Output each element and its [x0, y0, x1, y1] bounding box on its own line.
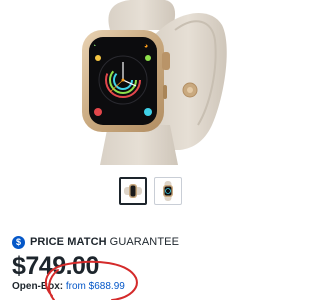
svg-text:◕: ◕ [144, 43, 148, 50]
open-box-price-link[interactable]: from $688.99 [66, 281, 125, 292]
price-match-label: PRICE MATCH [30, 236, 107, 248]
open-box-row: Open-Box: from $688.99 [12, 281, 125, 292]
open-box-label: Open-Box: [12, 281, 64, 292]
watch-side-view-icon [124, 184, 142, 198]
watch-front-view-icon [163, 181, 173, 201]
product-image[interactable]: ◔ ◕ [0, 0, 300, 165]
thumbnail-side-view[interactable] [119, 177, 147, 205]
thumbnail-strip [119, 177, 182, 205]
price-match-guarantee[interactable]: $ PRICE MATCH GUARANTEE [12, 234, 179, 250]
svg-text:◔: ◔ [92, 43, 96, 50]
dollar-circle-icon: $ [12, 235, 25, 249]
thumbnail-front-view[interactable] [154, 177, 182, 205]
guarantee-label: GUARANTEE [109, 236, 180, 248]
product-price: $749.00 [12, 252, 99, 280]
